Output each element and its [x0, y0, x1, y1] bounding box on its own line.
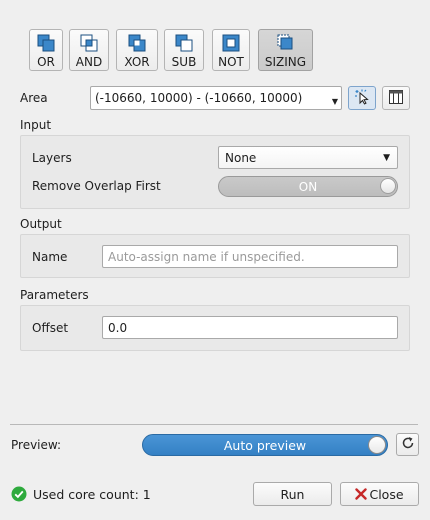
parameters-section-title: Parameters	[20, 288, 89, 302]
output-section-title: Output	[20, 217, 62, 231]
offset-label: Offset	[32, 321, 69, 335]
toggle-knob	[380, 178, 396, 194]
op-not-label: NOT	[218, 55, 244, 69]
close-label: Close	[369, 486, 404, 502]
sub-icon	[175, 34, 193, 52]
layers-value: None	[225, 150, 257, 165]
layers-dropdown-icon: ▼	[383, 153, 390, 163]
name-placeholder: Auto-assign name if unspecified.	[108, 249, 305, 264]
area-value: (-10660, 10000) - (-10660, 10000)	[95, 91, 303, 105]
op-sizing-button[interactable]: SIZING	[258, 29, 313, 71]
check-circle-icon	[11, 486, 27, 505]
xor-icon	[128, 34, 146, 52]
op-xor-label: XOR	[124, 55, 150, 69]
remove-overlap-label: Remove Overlap First	[32, 179, 161, 193]
input-section-title: Input	[20, 118, 52, 132]
separator	[10, 424, 418, 425]
op-xor-button[interactable]: XOR	[116, 29, 158, 71]
not-icon	[222, 34, 240, 52]
or-icon	[37, 34, 55, 52]
area-combo[interactable]: (-10660, 10000) - (-10660, 10000) ▼	[90, 86, 342, 110]
preview-toggle-knob	[368, 436, 386, 454]
layers-label: Layers	[32, 151, 72, 165]
op-or-label: OR	[37, 55, 55, 69]
and-icon	[80, 34, 98, 52]
layout-window-button[interactable]	[382, 86, 410, 110]
run-label: Run	[280, 486, 305, 502]
op-sub-button[interactable]: SUB	[164, 29, 204, 71]
op-sizing-label: SIZING	[264, 55, 307, 69]
remove-overlap-value: ON	[298, 179, 318, 194]
op-or-button[interactable]: OR	[29, 29, 63, 71]
layout-window-icon	[388, 89, 404, 108]
op-sub-label: SUB	[171, 55, 197, 69]
offset-value: 0.0	[108, 320, 128, 335]
pick-area-button[interactable]	[348, 86, 376, 110]
run-button[interactable]: Run	[253, 482, 332, 506]
area-label: Area	[20, 91, 48, 105]
remove-overlap-toggle[interactable]: ON	[218, 176, 398, 197]
name-label: Name	[32, 250, 68, 264]
name-input[interactable]: Auto-assign name if unspecified.	[102, 245, 398, 268]
area-dropdown-icon: ▼	[331, 97, 338, 106]
layers-select[interactable]: None ▼	[218, 146, 398, 169]
close-button[interactable]: Close	[340, 482, 419, 506]
auto-preview-text: Auto preview	[223, 437, 307, 453]
close-x-icon	[355, 488, 368, 500]
op-and-label: AND	[75, 55, 103, 69]
preview-label: Preview:	[11, 438, 62, 452]
refresh-preview-button[interactable]	[396, 433, 419, 456]
refresh-icon	[401, 436, 415, 453]
status-text: Used core count: 1	[33, 487, 151, 502]
op-not-button[interactable]: NOT	[212, 29, 250, 71]
offset-input[interactable]: 0.0	[102, 316, 398, 339]
op-and-button[interactable]: AND	[69, 29, 109, 71]
sizing-icon	[277, 34, 295, 52]
pick-area-icon	[354, 89, 370, 108]
auto-preview-toggle[interactable]: Auto preview	[142, 434, 388, 456]
